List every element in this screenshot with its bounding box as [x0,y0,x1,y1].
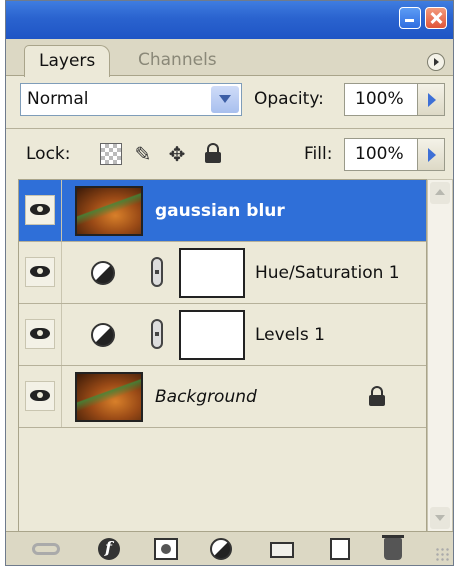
divider [61,242,62,303]
lock-move-icon[interactable]: ✥ [166,143,188,165]
eye-icon[interactable] [25,381,55,411]
lock-label: Lock: [26,144,71,164]
tab-layers[interactable]: Layers [24,45,111,77]
layer-list: gaussian blur Hue/Saturation 1 Levels 1 … [18,179,427,532]
layer-list-scrollbar[interactable] [427,179,453,532]
chain-link-icon[interactable] [151,319,163,349]
opacity-field[interactable]: 100% [344,83,418,116]
tab-channels[interactable]: Channels [124,45,231,75]
eye-icon[interactable] [25,195,55,225]
divider [61,180,62,241]
layer-row-background[interactable]: Background [19,366,426,428]
folder-icon[interactable] [270,542,294,558]
tab-bar: Layers Channels [6,39,453,77]
blend-mode-value: Normal [27,89,89,109]
adjustment-layer-icon [91,261,115,285]
layer-thumbnail [75,372,143,422]
layer-mask-thumbnail [179,248,245,298]
fill-label: Fill: [304,144,333,164]
palette-menu-button[interactable] [427,53,445,71]
divider [61,304,62,365]
layer-row-hue-saturation[interactable]: Hue/Saturation 1 [19,242,426,304]
add-mask-icon[interactable] [154,538,178,560]
opacity-label: Opacity: [254,89,324,109]
lock-fill-row: Lock: ✎ ✥ Fill: 100% [6,129,453,179]
layer-mask-thumbnail [179,310,245,360]
opacity-slider-button[interactable] [417,83,445,116]
fill-slider-button[interactable] [417,138,445,171]
blend-options-row: Normal Opacity: 100% [6,76,453,128]
layer-row-gaussian-blur[interactable]: gaussian blur [19,180,426,242]
blend-mode-select[interactable]: Normal [20,83,242,116]
scroll-down-icon[interactable] [430,507,450,529]
divider [61,366,62,427]
layer-style-icon[interactable] [98,538,120,560]
chevron-down-icon[interactable] [211,86,239,113]
eye-icon[interactable] [25,319,55,349]
adjustment-layer-icon[interactable] [210,538,232,560]
layer-name: Levels 1 [255,325,325,345]
trash-icon[interactable] [382,535,404,560]
layer-thumbnail [75,186,143,236]
lock-all-icon[interactable] [202,141,224,163]
palette-toolbar [6,531,453,565]
new-layer-icon[interactable] [330,538,350,560]
eye-icon[interactable] [25,257,55,287]
lock-transparency-icon[interactable] [100,143,122,165]
lock-brush-icon[interactable]: ✎ [132,143,154,165]
title-bar[interactable] [6,1,453,39]
layer-name: gaussian blur [155,201,285,221]
scroll-up-icon[interactable] [430,182,450,204]
layer-name: Hue/Saturation 1 [255,263,400,283]
layer-name: Background [155,387,257,407]
resize-grip-icon[interactable] [435,547,449,561]
adjustment-layer-icon [91,323,115,347]
layers-palette: Layers Channels Normal Opacity: 100% Loc… [5,0,454,566]
fill-field[interactable]: 100% [344,138,418,171]
minimize-icon[interactable] [399,7,421,29]
chain-link-icon[interactable] [32,543,60,555]
chain-link-icon[interactable] [151,257,163,287]
close-icon[interactable] [425,7,447,29]
lock-icon [369,386,385,406]
lock-icon [205,143,221,163]
layer-row-levels[interactable]: Levels 1 [19,304,426,366]
